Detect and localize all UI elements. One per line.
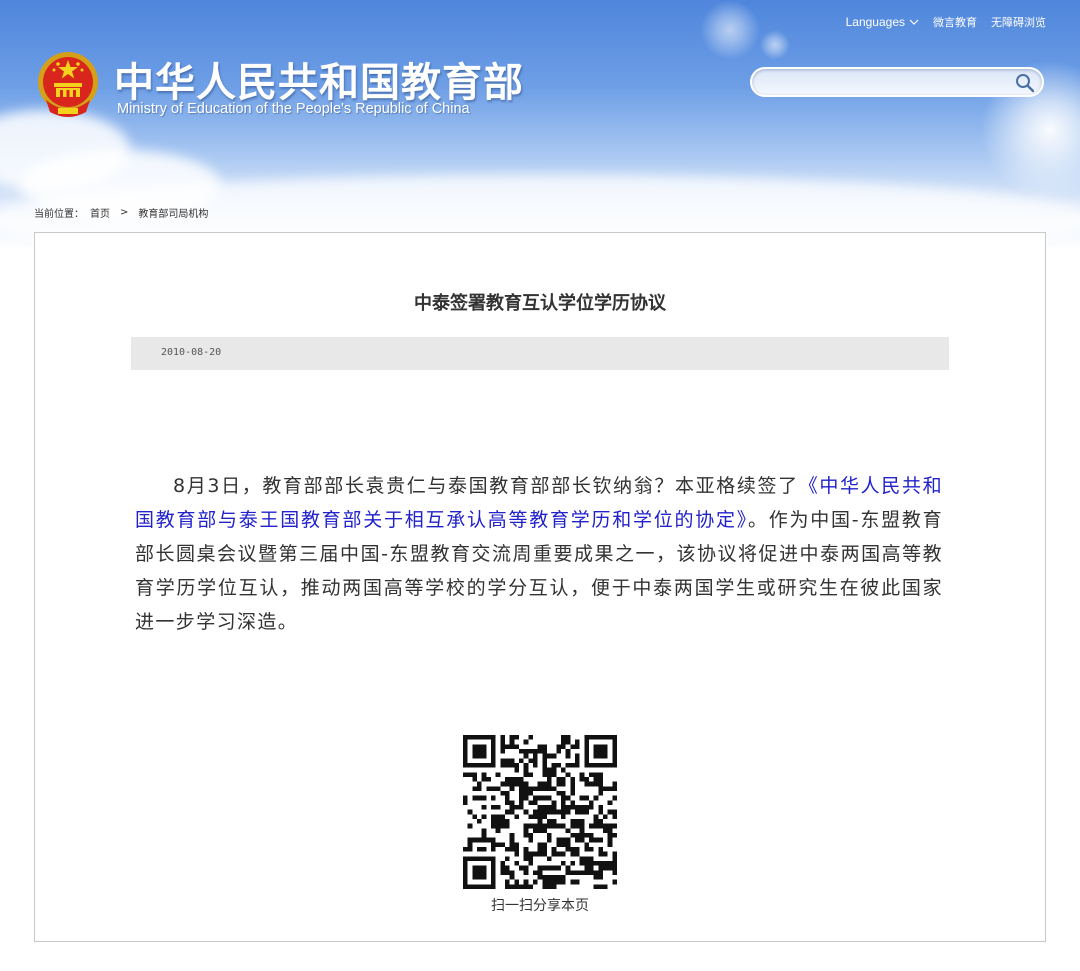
accessibility-link[interactable]: 无障碍浏览 [991,14,1046,30]
article-date-bar: 2010-08-20 [131,337,949,370]
breadcrumb-home[interactable]: 首页 [90,205,110,220]
national-emblem-icon [38,52,98,117]
site-title-cn[interactable]: 中华人民共和国教育部 [114,50,524,108]
qr-finder-pattern [593,744,608,759]
breadcrumb: 当前位置： 首页 > 教育部司局机构 [34,205,208,220]
breadcrumb-separator: > [120,207,129,218]
article-body: 8月3日，教育部部长袁贵仁与泰国教育部部长钦纳翁？本亚格续签了《中华人民共和国教… [135,469,943,639]
search-input[interactable] [764,73,1004,91]
dandelion-decoration [700,0,760,60]
qr-code-icon [463,735,617,889]
article-title: 中泰签署教育互认学位学历协议 [414,293,666,314]
article-body-text: 8月3日，教育部部长袁贵仁与泰国教育部部长钦纳翁？本亚格续签了 [173,475,799,497]
search-box [750,67,1044,97]
qr-finder-pattern [472,744,487,759]
top-links: Languages 微言教育 无障碍浏览 [846,14,1046,30]
site-title-en[interactable]: Ministry of Education of the People's Re… [117,101,470,117]
qr-caption: 扫一扫分享本页 [491,898,589,914]
article-container: 中泰签署教育互认学位学历协议 2010-08-20 8月3日，教育部部长袁贵仁与… [34,232,1046,942]
languages-menu[interactable]: Languages [846,15,919,29]
breadcrumb-prefix: 当前位置： [34,209,84,220]
search-icon[interactable] [1014,72,1036,94]
languages-label: Languages [845,15,905,29]
site-header: 中华人民共和国教育部 Ministry of Education of the … [0,0,1080,250]
dandelion-decoration [760,30,790,60]
qr-finder-pattern [472,865,487,880]
chevron-down-icon [909,19,919,25]
edu-tv-link[interactable]: 微言教育 [933,14,977,30]
breadcrumb-department[interactable]: 教育部司局机构 [138,205,208,220]
article-date: 2010-08-20 [161,347,222,358]
